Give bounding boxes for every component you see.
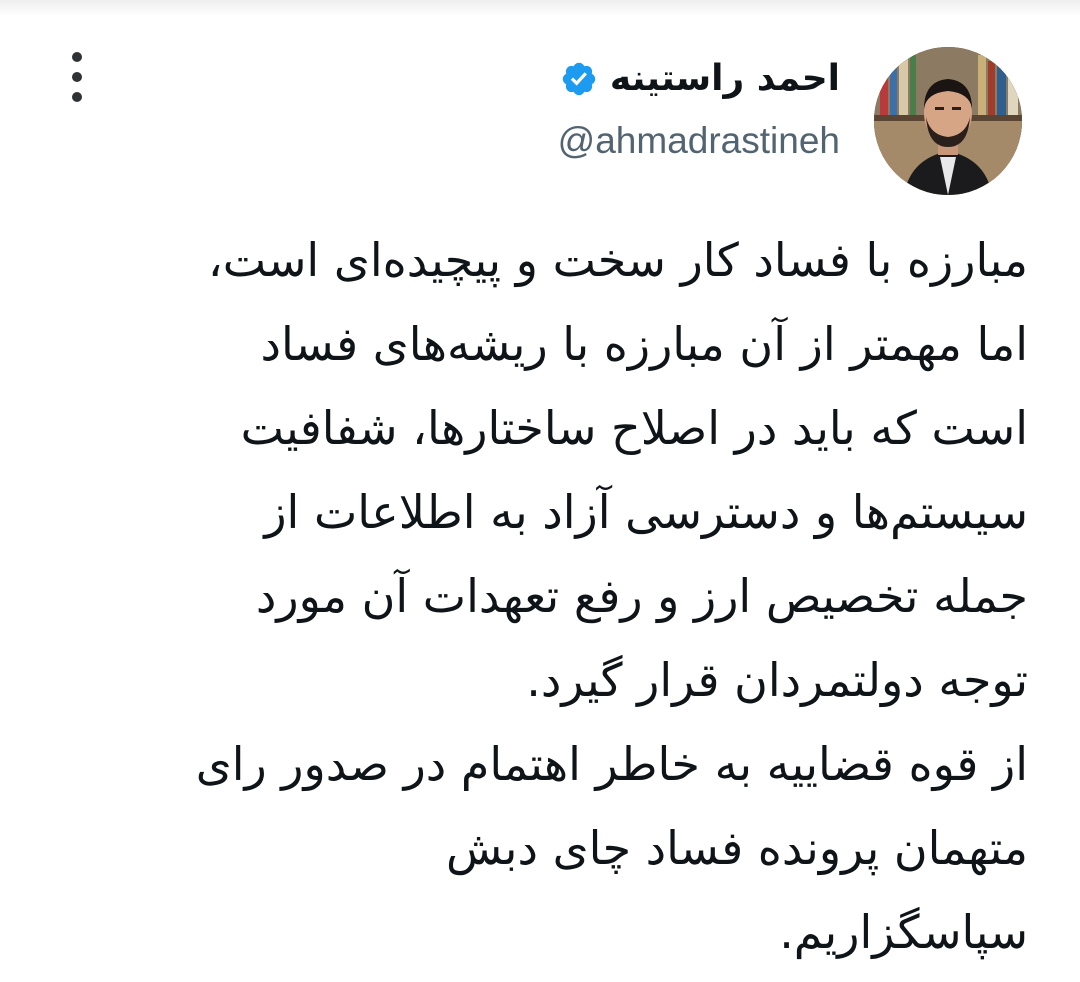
tweet-text: مبارزه با فساد کار سخت و پیچیده‌ای است، … (195, 233, 1028, 959)
more-vertical-icon (72, 52, 82, 62)
more-vertical-icon-dot (72, 92, 82, 102)
author-handle[interactable]: @ahmadrastineh (558, 120, 840, 162)
author-info[interactable]: احمد راستینه @ahmadrastineh (558, 52, 840, 162)
author-display-name[interactable]: احمد راستینه (610, 52, 840, 106)
more-vertical-icon-dot (72, 72, 82, 82)
tweet-card[interactable]: احمد راستینه @ahmadrastineh مبارزه با فس… (0, 0, 1080, 982)
author-name-row: احمد راستینه (558, 52, 840, 106)
author-avatar[interactable] (874, 47, 1022, 195)
more-options-button[interactable] (60, 52, 94, 102)
profile-photo (874, 47, 1022, 195)
verified-badge-icon (562, 62, 596, 96)
